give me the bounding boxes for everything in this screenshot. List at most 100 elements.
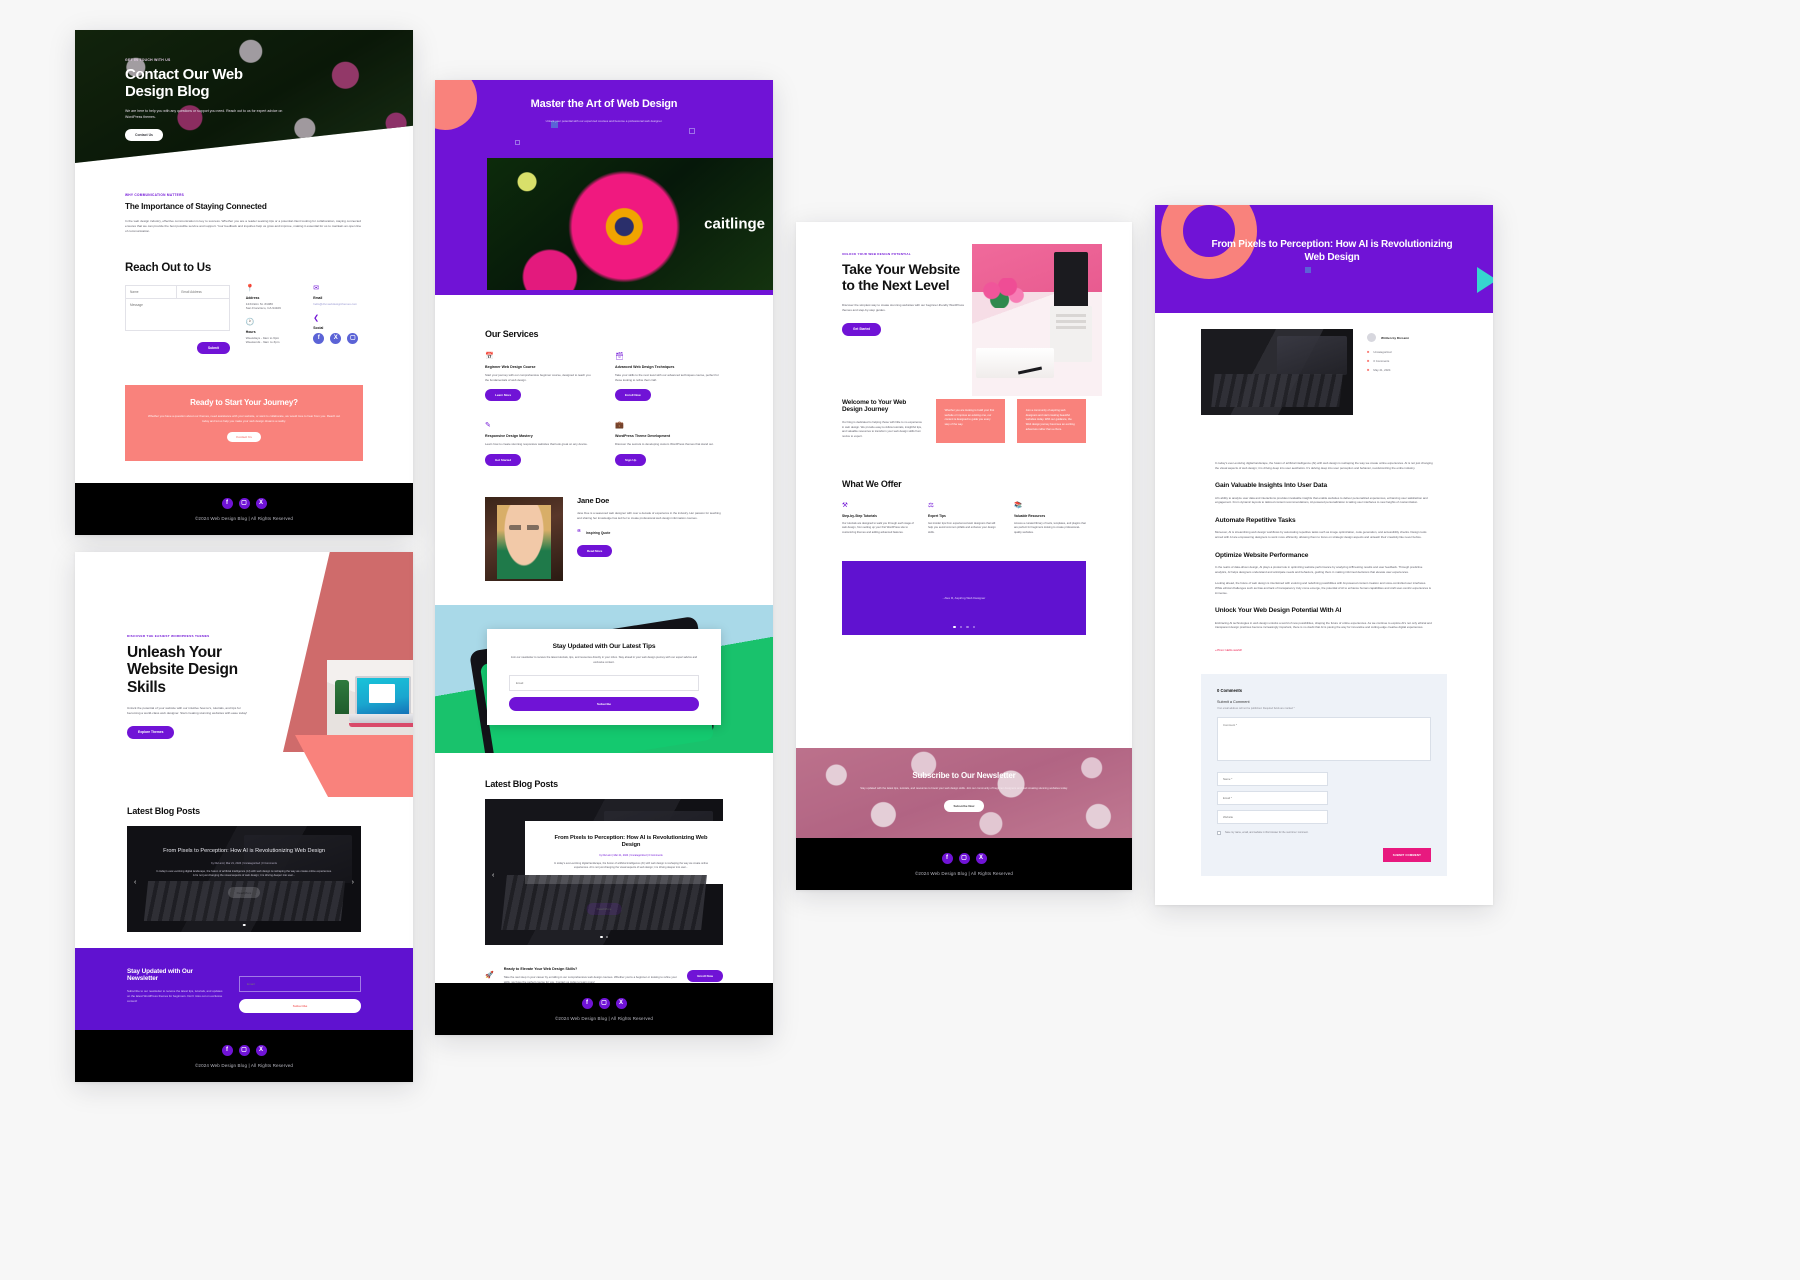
contact-name-input[interactable]	[125, 284, 178, 299]
footer-copyright: ©2024 Web Design Blog | All Rights Reser…	[194, 1062, 293, 1068]
email-value[interactable]: hello@divi.webdesignthemes.com	[313, 302, 363, 306]
footer-copyright: ©2024 Web Design Blog | All Rights Reser…	[194, 515, 293, 521]
slider-next-arrow[interactable]: ›	[352, 879, 354, 886]
home-newsletter-body: Subscribe to our newsletter to receive t…	[127, 989, 223, 1004]
footer-socials[interactable]: f ▢ X	[221, 1044, 267, 1056]
tips-title: Stay Updated with Our Latest Tips	[552, 643, 656, 650]
service-cta[interactable]: Sign Up	[615, 454, 647, 466]
home-blog-title: Latest Blog Posts	[127, 805, 200, 816]
comment-textarea[interactable]	[1217, 716, 1431, 761]
save-info-checkbox[interactable]	[1217, 831, 1221, 836]
facebook-icon[interactable]: f	[313, 332, 325, 344]
service-title: Responsive Design Mastery	[485, 434, 533, 439]
instagram-icon[interactable]: ▢	[347, 332, 359, 344]
contact-hero: GET IN TOUCH WITH US Contact Our Web Des…	[75, 30, 413, 163]
tips-card: Stay Updated with Our Latest Tips Join o…	[487, 629, 721, 725]
courses-blog-post-excerpt: In today's ever-evolving digital landsca…	[553, 862, 709, 870]
contact-submit-button[interactable]: Submit	[196, 341, 230, 354]
service-body: Start your journey with our comprehensiv…	[485, 373, 591, 382]
folder-icon: ■	[1367, 349, 1370, 354]
x-icon[interactable]: X	[330, 332, 342, 344]
slider-prev-arrow[interactable]: ‹	[134, 879, 136, 886]
service-card[interactable]: ✎ Responsive Design Mastery Learn how to…	[485, 422, 593, 471]
elevate-cta[interactable]: Enroll Now	[687, 969, 723, 982]
home-hero-cta[interactable]: Explore Themes	[127, 725, 175, 739]
calendar-icon: 📅	[485, 353, 494, 361]
social-label: Social	[313, 325, 324, 330]
about-hero-cta[interactable]: Get Started	[842, 322, 882, 336]
contact-hero-title: Contact Our Web Design Blog	[125, 66, 243, 100]
service-cta[interactable]: Learn More	[485, 389, 522, 402]
journey-cta-button[interactable]: Contact Us	[227, 431, 261, 442]
home-hero-eyebrow: DISCOVER THE EASIEST WORDPRESS THEMES	[127, 634, 210, 638]
blogpost-prev-link[interactable]: « Prev: Hello world!	[1215, 648, 1433, 652]
contact-page-mockup[interactable]: GET IN TOUCH WITH US Contact Our Web Des…	[75, 30, 413, 535]
comment-name-input[interactable]	[1217, 771, 1329, 786]
author-cta[interactable]: Read More	[577, 544, 613, 557]
x-icon[interactable]: X	[615, 997, 627, 1009]
tips-subscribe-button[interactable]: Subscribe	[509, 696, 699, 711]
facebook-icon[interactable]: f	[941, 852, 953, 864]
instagram-icon[interactable]: ▢	[598, 997, 610, 1009]
x-icon[interactable]: X	[975, 852, 987, 864]
blogpost-section-body: In the realm of data-driven design, AI p…	[1215, 564, 1423, 574]
contact-social-links[interactable]: f X ▢	[313, 332, 363, 344]
about-welcome-card-1: Whether you are looking to build your fi…	[935, 398, 1005, 443]
about-offer-title: What We Offer	[842, 478, 902, 489]
slider-dots[interactable]	[600, 935, 608, 939]
submit-comment-button[interactable]: SUBMIT COMMENT	[1382, 848, 1431, 863]
service-card[interactable]: 📅 Beginner Web Design Course Start your …	[485, 353, 593, 406]
blogpost-section-title: Automate Repetitive Tasks	[1215, 516, 1296, 524]
home-page-mockup[interactable]: DISCOVER THE EASIEST WORDPRESS THEMES Un…	[75, 552, 413, 1082]
home-blog-post-excerpt: In today's ever-evolving digital landsca…	[156, 869, 332, 878]
comment-website-input[interactable]	[1217, 809, 1329, 824]
footer-socials[interactable]: f ▢ X	[941, 852, 987, 864]
journey-title: Ready to Start Your Journey?	[190, 397, 298, 407]
home-footer: f ▢ X ©2024 Web Design Blog | All Rights…	[75, 1030, 413, 1082]
footer-socials[interactable]: f ▢ X	[581, 997, 627, 1009]
footer-socials[interactable]: f ▢ X	[221, 497, 267, 509]
testimonial-dots[interactable]	[953, 625, 975, 629]
facebook-icon[interactable]: f	[221, 1044, 233, 1056]
about-testimonial[interactable]: - Alex R, Aspiring Web Designer	[842, 561, 1086, 636]
courses-blog-slider[interactable]: From Pixels to Perception: How AI is Rev…	[485, 799, 723, 946]
home-blog-slider[interactable]: From Pixels to Perception: How AI is Rev…	[127, 826, 361, 933]
comment-icon: ■	[1367, 358, 1370, 363]
expert-icon: ⚖	[928, 501, 934, 509]
service-cta[interactable]: Enroll Now	[615, 389, 651, 402]
courses-footer: f ▢ X ©2024 Web Design Blog | All Rights…	[435, 983, 773, 1035]
contact-hero-cta[interactable]: Contact Us	[125, 129, 163, 142]
contact-hero-eyebrow: GET IN TOUCH WITH US	[125, 58, 171, 62]
home-blog-read-more[interactable]: Read More	[227, 887, 261, 899]
author-avatar	[485, 497, 563, 581]
comment-email-input[interactable]	[1217, 790, 1329, 805]
facebook-icon[interactable]: f	[581, 997, 593, 1009]
courses-page-mockup[interactable]: Master the Art of Web Design Unlock your…	[435, 80, 773, 1035]
x-icon[interactable]: X	[255, 497, 267, 509]
instagram-icon[interactable]: ▢	[238, 1044, 250, 1056]
slider-dots[interactable]	[242, 923, 246, 927]
blogpost-page-mockup[interactable]: From Pixels to Perception: How AI is Rev…	[1155, 205, 1493, 905]
contact-email-input[interactable]	[177, 284, 230, 299]
service-card[interactable]: 💼 WordPress Theme Development Discover t…	[615, 422, 723, 471]
courses-blog-read-more[interactable]: Read More	[586, 903, 622, 916]
about-subscribe-button[interactable]: Subscribe Now	[943, 799, 985, 812]
contact-message-input[interactable]	[125, 298, 230, 331]
facebook-icon[interactable]: f	[221, 497, 233, 509]
slider-next-arrow[interactable]: ›	[714, 872, 716, 879]
blogpost-category[interactable]: Uncategorized	[1373, 350, 1391, 354]
tips-email-input[interactable]	[509, 674, 699, 691]
instagram-icon[interactable]: ▢	[958, 852, 970, 864]
offer-card-body: Our tutorials are designed to walk you t…	[842, 522, 914, 534]
about-page-mockup[interactable]: UNLOCK YOUR WEB DESIGN POTENTIAL Take Yo…	[796, 222, 1132, 890]
service-card[interactable]: 🗃 Advanced Web Design Techniques Take yo…	[615, 353, 723, 406]
courses-hero: Master the Art of Web Design Unlock your…	[435, 80, 773, 295]
teal-chevron-decor	[1477, 267, 1493, 293]
service-cta[interactable]: Get Started	[485, 454, 522, 466]
x-icon[interactable]: X	[255, 1044, 267, 1056]
home-newsletter-subscribe[interactable]: Subscribe	[239, 999, 361, 1013]
home-newsletter-email-input[interactable]	[239, 976, 361, 992]
slider-prev-arrow[interactable]: ‹	[492, 872, 494, 879]
instagram-icon[interactable]: ▢	[238, 497, 250, 509]
layers-icon: 🗃	[615, 353, 624, 361]
